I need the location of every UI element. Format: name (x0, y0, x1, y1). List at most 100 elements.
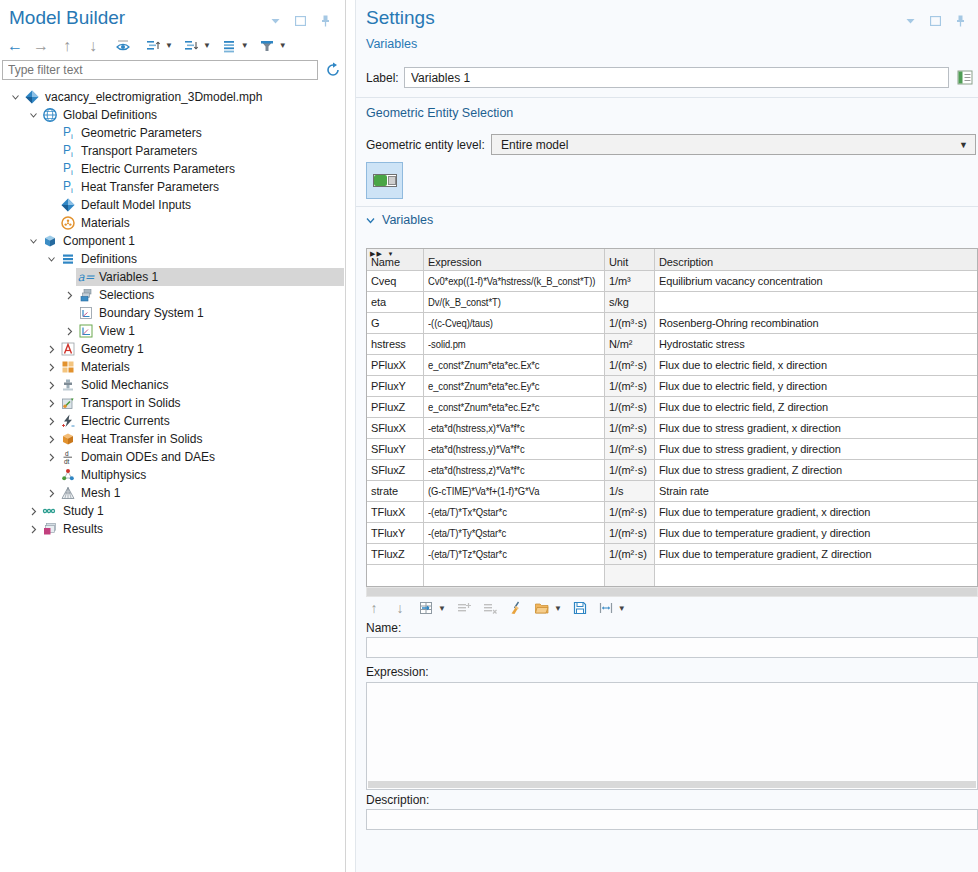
tree-item-default-model-inputs[interactable]: Default Model Inputs (0, 196, 344, 214)
table-row[interactable]: PFluxZe_const*Znum*eta*ec.Ez*c1/(m²·s)Fl… (367, 397, 977, 418)
collapsed-chevron-icon[interactable] (44, 453, 58, 462)
tree-item-transport-in-solids[interactable]: Transport in Solids (0, 394, 344, 412)
tree-item-results[interactable]: Results (0, 520, 344, 538)
column-control-icons[interactable]: ▶▶ ▾ (370, 250, 393, 257)
toolbar-button-collapse-all[interactable]: ▼ (183, 35, 211, 56)
pin-icon[interactable] (317, 13, 333, 29)
geometric-entity-level-select[interactable]: Entire model ▼ (491, 134, 976, 155)
active-toggle-button[interactable] (366, 162, 403, 199)
collapsed-chevron-icon[interactable] (44, 417, 58, 426)
table-row[interactable]: SFluxY-eta*d(hstress,y)*Va*f*c1/(m²·s)Fl… (367, 439, 977, 460)
toolbar-button-expand-all[interactable]: ▼ (145, 35, 173, 56)
table-toolbar-save-disk[interactable] (572, 598, 588, 619)
tree-item-heat-transfer-in-solids[interactable]: Heat Transfer in Solids (0, 430, 344, 448)
dropdown-arrow-icon[interactable]: ▼ (279, 41, 287, 50)
tree-item-geometric-parameters[interactable]: PiGeometric Parameters (0, 124, 344, 142)
column-header-unit[interactable]: Unit (605, 249, 655, 271)
dropdown-arrow-icon[interactable]: ▼ (618, 604, 626, 613)
dropdown-arrow-icon[interactable]: ▼ (438, 604, 446, 613)
tree-item-mesh-1[interactable]: Mesh 1 (0, 484, 344, 502)
table-horizontal-scrollbar[interactable] (366, 587, 978, 597)
table-row[interactable]: hstress-solid.pmN/m²Hydrostatic stress (367, 334, 977, 355)
collapsed-chevron-icon[interactable] (26, 507, 40, 516)
table-row[interactable]: G-((c-Cveq)/taus)1/(m³·s)Rosenberg-Ohrin… (367, 313, 977, 334)
table-row[interactable]: TFluxY-(eta/T)*Ty*Qstar*c1/(m²·s)Flux du… (367, 523, 977, 544)
expression-textarea[interactable] (366, 682, 978, 790)
collapsed-chevron-icon[interactable] (44, 489, 58, 498)
tree-item-multiphysics[interactable]: Multiphysics (0, 466, 344, 484)
tree-item-materials[interactable]: Materials (0, 214, 344, 232)
table-row[interactable]: CveqCv0*exp((1-f)*Va*hstress/(k_B_const*… (367, 271, 977, 292)
dropdown-arrow-icon[interactable]: ▼ (241, 41, 249, 50)
table-row[interactable]: PFluxYe_const*Znum*eta*ec.Ey*c1/(m²·s)Fl… (367, 376, 977, 397)
tree-item-definitions[interactable]: Definitions (0, 250, 344, 268)
column-header-description[interactable]: Description (655, 249, 977, 271)
dropdown-arrow-icon[interactable]: ▼ (554, 604, 562, 613)
tree-item-global-definitions[interactable]: Global Definitions (0, 106, 344, 124)
tree-item-selections[interactable]: Selections (0, 286, 344, 304)
table-row[interactable]: TFluxX-(eta/T)*Tx*Qstar*c1/(m²·s)Flux du… (367, 502, 977, 523)
collapsed-chevron-icon[interactable] (26, 525, 40, 534)
expanded-chevron-icon[interactable] (44, 255, 58, 264)
table-row[interactable] (367, 565, 977, 586)
table-row[interactable]: SFluxX-eta*d(hstress,x)*Va*f*c1/(m²·s)Fl… (367, 418, 977, 439)
collapsed-chevron-icon[interactable] (44, 363, 58, 372)
dropdown-arrow-icon[interactable]: ▼ (165, 41, 173, 50)
tree-item-transport-parameters[interactable]: PiTransport Parameters (0, 142, 344, 160)
tree-item-heat-transfer-parameters[interactable]: PiHeat Transfer Parameters (0, 178, 344, 196)
column-header-name[interactable]: ▶▶ ▾Name (367, 249, 424, 271)
tree-item-view-1[interactable]: View 1 (0, 322, 344, 340)
table-row[interactable]: etaDv/(k_B_const*T)s/kg (367, 292, 977, 313)
expanded-chevron-icon[interactable] (26, 237, 40, 246)
expanded-chevron-icon[interactable] (8, 93, 22, 102)
pin-icon[interactable] (952, 13, 968, 29)
dropdown-arrow-icon[interactable] (902, 13, 918, 29)
dropdown-arrow-icon[interactable]: ▼ (203, 41, 211, 50)
table-toolbar-move-up-arrow[interactable]: ↑ (366, 598, 382, 619)
refresh-icon[interactable] (324, 61, 342, 79)
toolbar-button-show-eye[interactable] (115, 35, 131, 56)
filter-input[interactable] (2, 60, 318, 80)
collapsed-chevron-icon[interactable] (44, 435, 58, 444)
tree-item-geometry-1[interactable]: Geometry 1 (0, 340, 344, 358)
tree-item-materials[interactable]: Materials (0, 358, 344, 376)
collapsed-chevron-icon[interactable] (62, 327, 76, 336)
column-header-expression[interactable]: Expression (424, 249, 605, 271)
label-input[interactable] (404, 67, 949, 88)
tree-item-electric-currents[interactable]: Electric Currents (0, 412, 344, 430)
table-toolbar-clear-broom[interactable] (508, 598, 524, 619)
collapsed-chevron-icon[interactable] (62, 291, 76, 300)
table-row[interactable]: TFluxZ-(eta/T)*Tz*Qstar*c1/(m²·s)Flux du… (367, 544, 977, 565)
tree-item-study-1[interactable]: Study 1 (0, 502, 344, 520)
tree-item-boundary-system-1[interactable]: Boundary System 1 (0, 304, 344, 322)
name-input[interactable] (366, 637, 978, 658)
table-toolbar-load-folder[interactable]: ▼ (534, 598, 562, 619)
tree-item-component-1[interactable]: Component 1 (0, 232, 344, 250)
table-toolbar-add-row-disabled[interactable] (456, 598, 472, 619)
description-input[interactable] (366, 809, 978, 830)
tree-item-electric-currents-parameters[interactable]: PiElectric Currents Parameters (0, 160, 344, 178)
section-collapse-icon[interactable] (366, 216, 375, 225)
table-row[interactable]: PFluxXe_const*Znum*eta*ec.Ex*c1/(m²·s)Fl… (367, 355, 977, 376)
toolbar-button-move-up-arrow[interactable]: ↑ (59, 35, 75, 56)
tree-item-variables-1[interactable]: a=Variables 1 (0, 268, 344, 286)
expanded-chevron-icon[interactable] (26, 111, 40, 120)
float-window-icon[interactable] (927, 13, 943, 29)
table-toolbar-column-width[interactable]: ▼ (598, 598, 626, 619)
table-toolbar-move-down-arrow[interactable]: ↓ (392, 598, 408, 619)
tree-item-vacancy-electromigration-3dmodel-mph[interactable]: vacancy_electromigration_3Dmodel.mph (0, 88, 344, 106)
table-row[interactable]: SFluxZ-eta*d(hstress,z)*Va*f*c1/(m²·s)Fl… (367, 460, 977, 481)
dropdown-arrow-icon[interactable] (267, 13, 283, 29)
toolbar-button-filter-funnel[interactable]: ▼ (259, 35, 287, 56)
toolbar-button-move-down-arrow[interactable]: ↓ (85, 35, 101, 56)
collapsed-chevron-icon[interactable] (44, 381, 58, 390)
collapsed-chevron-icon[interactable] (44, 345, 58, 354)
tree-item-solid-mechanics[interactable]: Solid Mechanics (0, 376, 344, 394)
table-toolbar-insert-table[interactable]: ▼ (418, 598, 446, 619)
float-window-icon[interactable] (292, 13, 308, 29)
tree-item-domain-odes-and-daes[interactable]: ddtDomain ODEs and DAEs (0, 448, 344, 466)
table-row[interactable]: strate(G-cTIME)*Va*f+(1-f)*G*Va1/sStrain… (367, 481, 977, 502)
toolbar-button-back-arrow[interactable]: ← (7, 35, 23, 56)
toolbar-button-forward-arrow[interactable]: → (33, 35, 49, 56)
collapsed-chevron-icon[interactable] (44, 399, 58, 408)
